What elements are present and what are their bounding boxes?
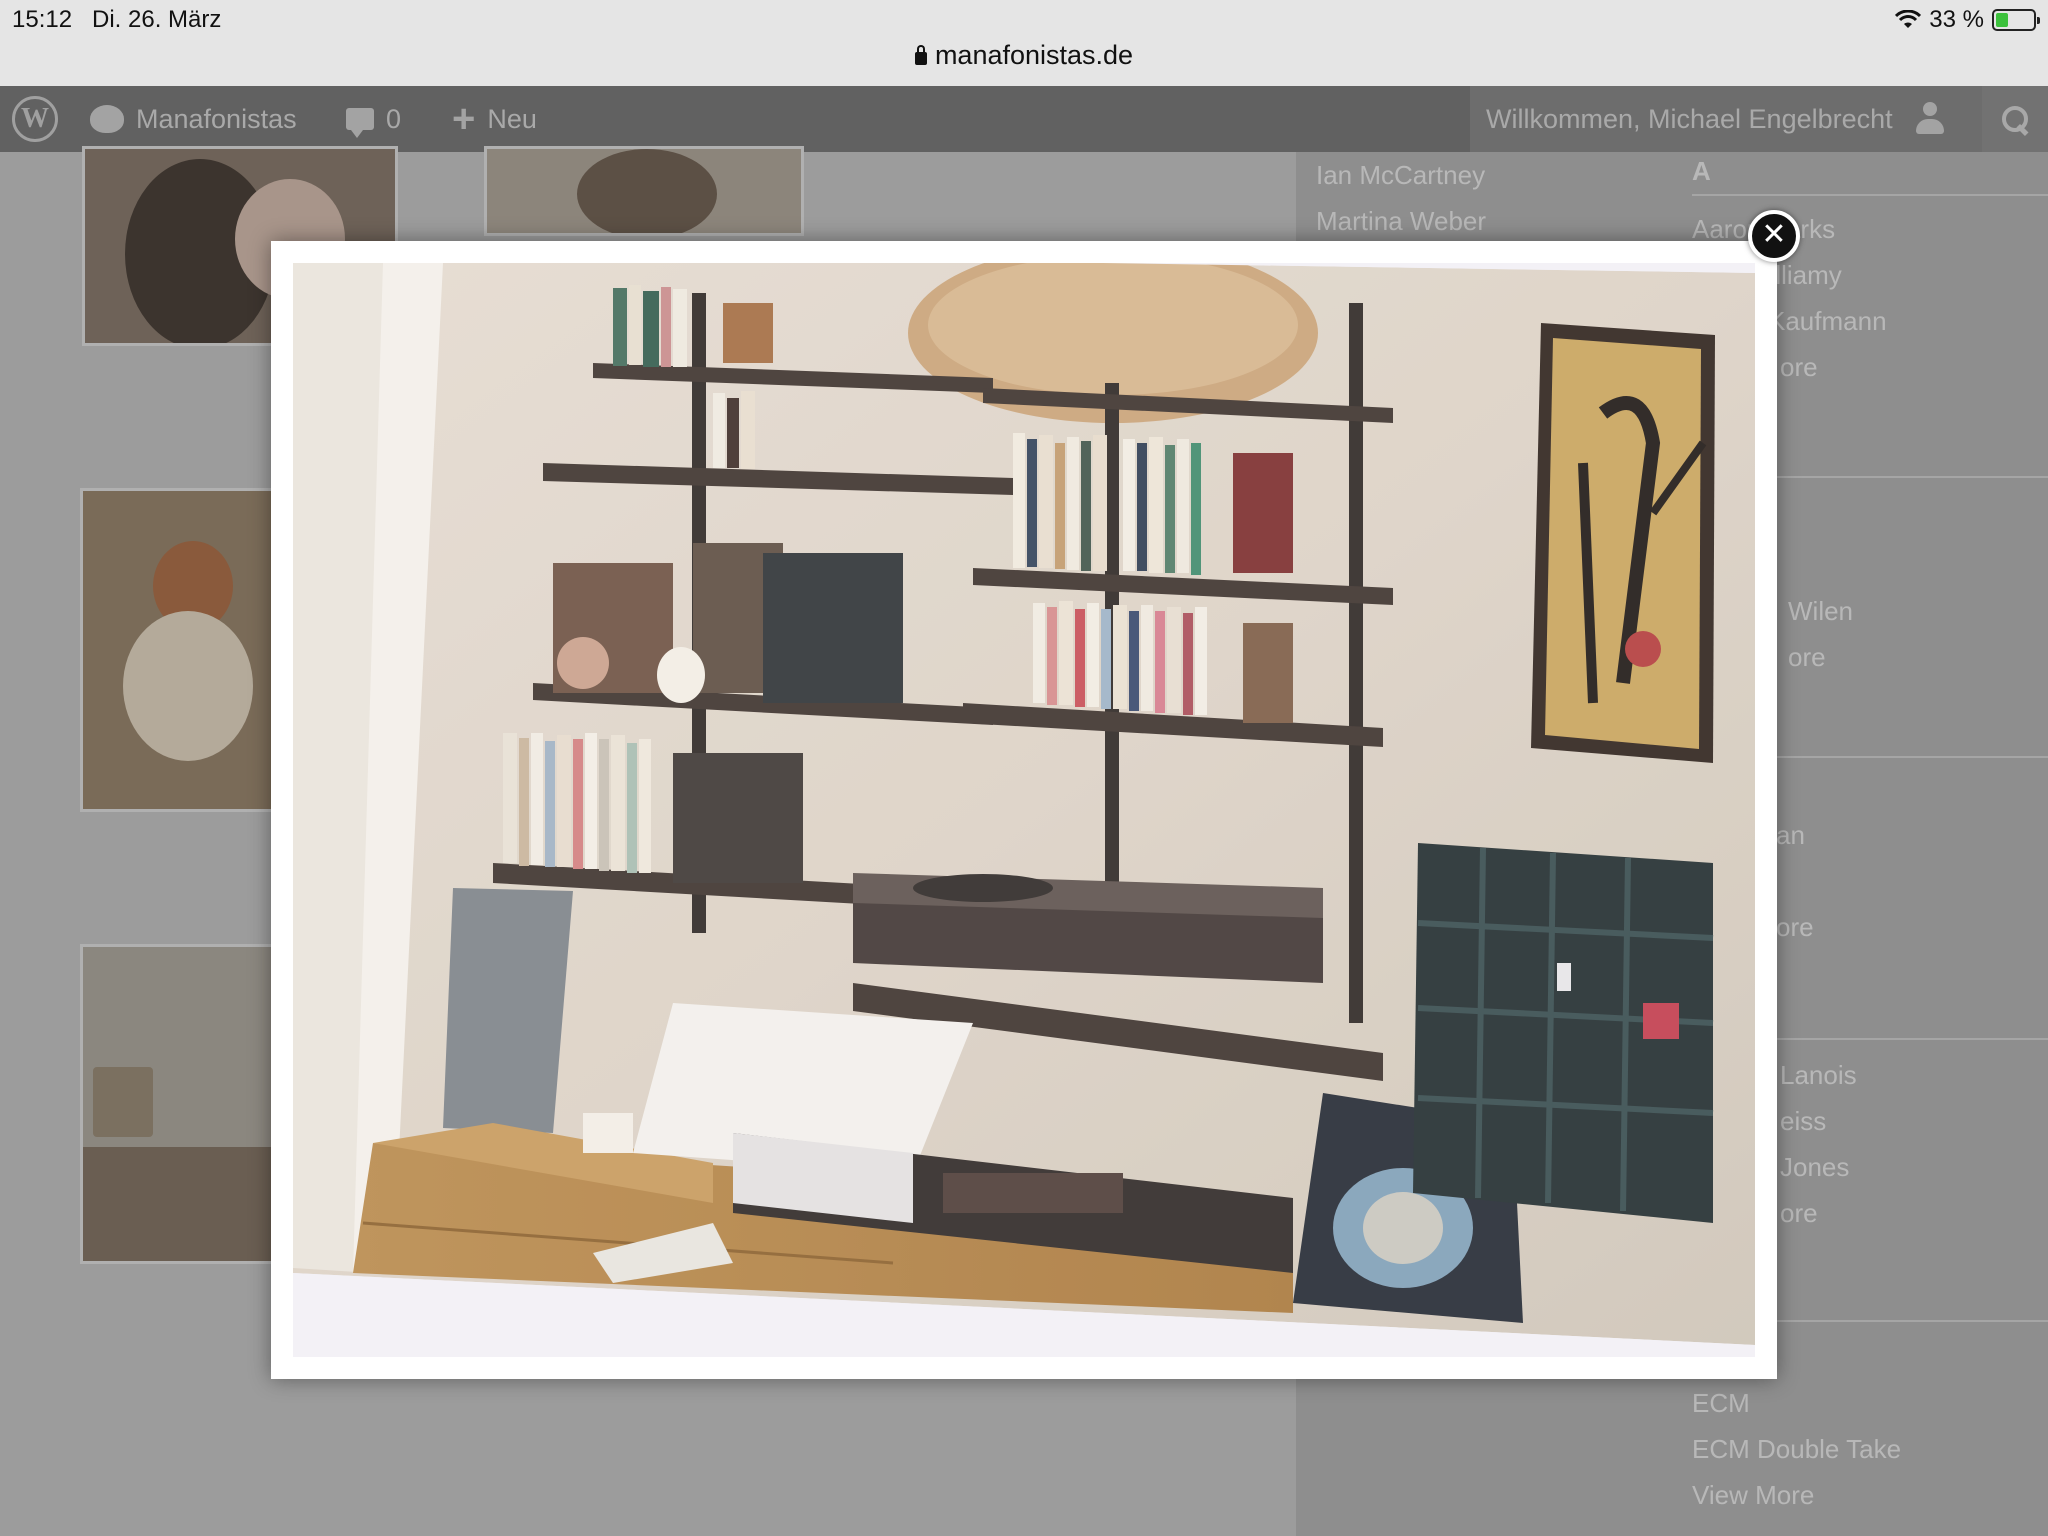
site-name-menu[interactable]: Manafonistas [90,86,297,152]
comment-icon [346,108,374,138]
welcome-text: Willkommen, Michael Engelbrecht [1486,103,1893,134]
search-icon [2000,104,2030,134]
sidebar-names: Ian McCartney Martina Weber [1316,152,1486,244]
url-text: manafonistas.de [934,40,1134,70]
battery-icon [1992,9,2040,31]
site-name-label: Manafonistas [136,103,297,134]
new-content-menu[interactable]: + Neu [452,86,537,152]
index-link[interactable]: ore [1780,1190,1857,1236]
index-link[interactable]: ore [1788,634,1853,680]
thumbnail-photo[interactable] [484,146,804,236]
index-link[interactable]: Wilen [1788,588,1853,634]
index-section-2: Wilen ore [1788,588,1853,680]
status-time: 15:12 [12,6,73,33]
view-more-link[interactable]: View More [1692,1472,1901,1518]
index-section-3: an ore [1776,812,1814,950]
index-link[interactable]: Lanois [1780,1052,1857,1098]
thumbnail-photo[interactable] [80,944,280,1264]
index-section-5: ECM ECM Double Take View More [1692,1380,1901,1518]
index-link[interactable]: an [1776,812,1814,858]
status-date: Di. 26. März [92,6,222,33]
admin-search-button[interactable] [1982,86,2048,152]
thumbnail-photo[interactable] [80,488,280,812]
index-link[interactable]: Jones [1780,1144,1857,1190]
sidebar-link[interactable]: Ian McCartney [1316,152,1486,198]
wordpress-logo-icon[interactable]: W [12,96,58,142]
index-link[interactable]: ore [1776,904,1814,950]
battery-percent: 33 % [1929,6,1984,33]
index-link[interactable]: ECM [1692,1380,1901,1426]
wp-admin-bar: W Manafonistas 0 + Neu Willkommen, Micha… [0,86,2048,152]
lightbox-modal [271,241,1777,1379]
address-bar[interactable]: manafonistas.de [0,40,2048,71]
lock-icon [914,45,927,65]
comments-menu[interactable]: 0 [346,86,401,152]
close-lightbox-button[interactable]: ✕ [1748,210,1800,262]
shelf-room-photo [293,263,1755,1357]
sidebar-link[interactable]: Martina Weber [1316,198,1486,244]
status-right: 33 % [1895,6,2040,34]
index-section-4: Lanois eiss Jones ore [1780,1052,1857,1236]
wifi-icon [1895,10,1922,28]
index-link[interactable]: ECM Double Take [1692,1426,1901,1472]
user-avatar-icon [1913,102,1947,136]
dashboard-icon [90,105,124,133]
divider [1692,194,2048,196]
new-label: Neu [487,103,537,134]
index-link[interactable]: eiss [1780,1098,1857,1144]
status-bar: 15:12 Di. 26. März 33 % manafonistas.de [0,0,2048,86]
index-letter: A [1692,156,1711,186]
comment-count: 0 [386,103,402,134]
plus-icon: + [452,97,476,141]
account-menu[interactable]: Willkommen, Michael Engelbrecht [1470,86,1982,152]
lightbox-photo[interactable] [293,263,1755,1357]
